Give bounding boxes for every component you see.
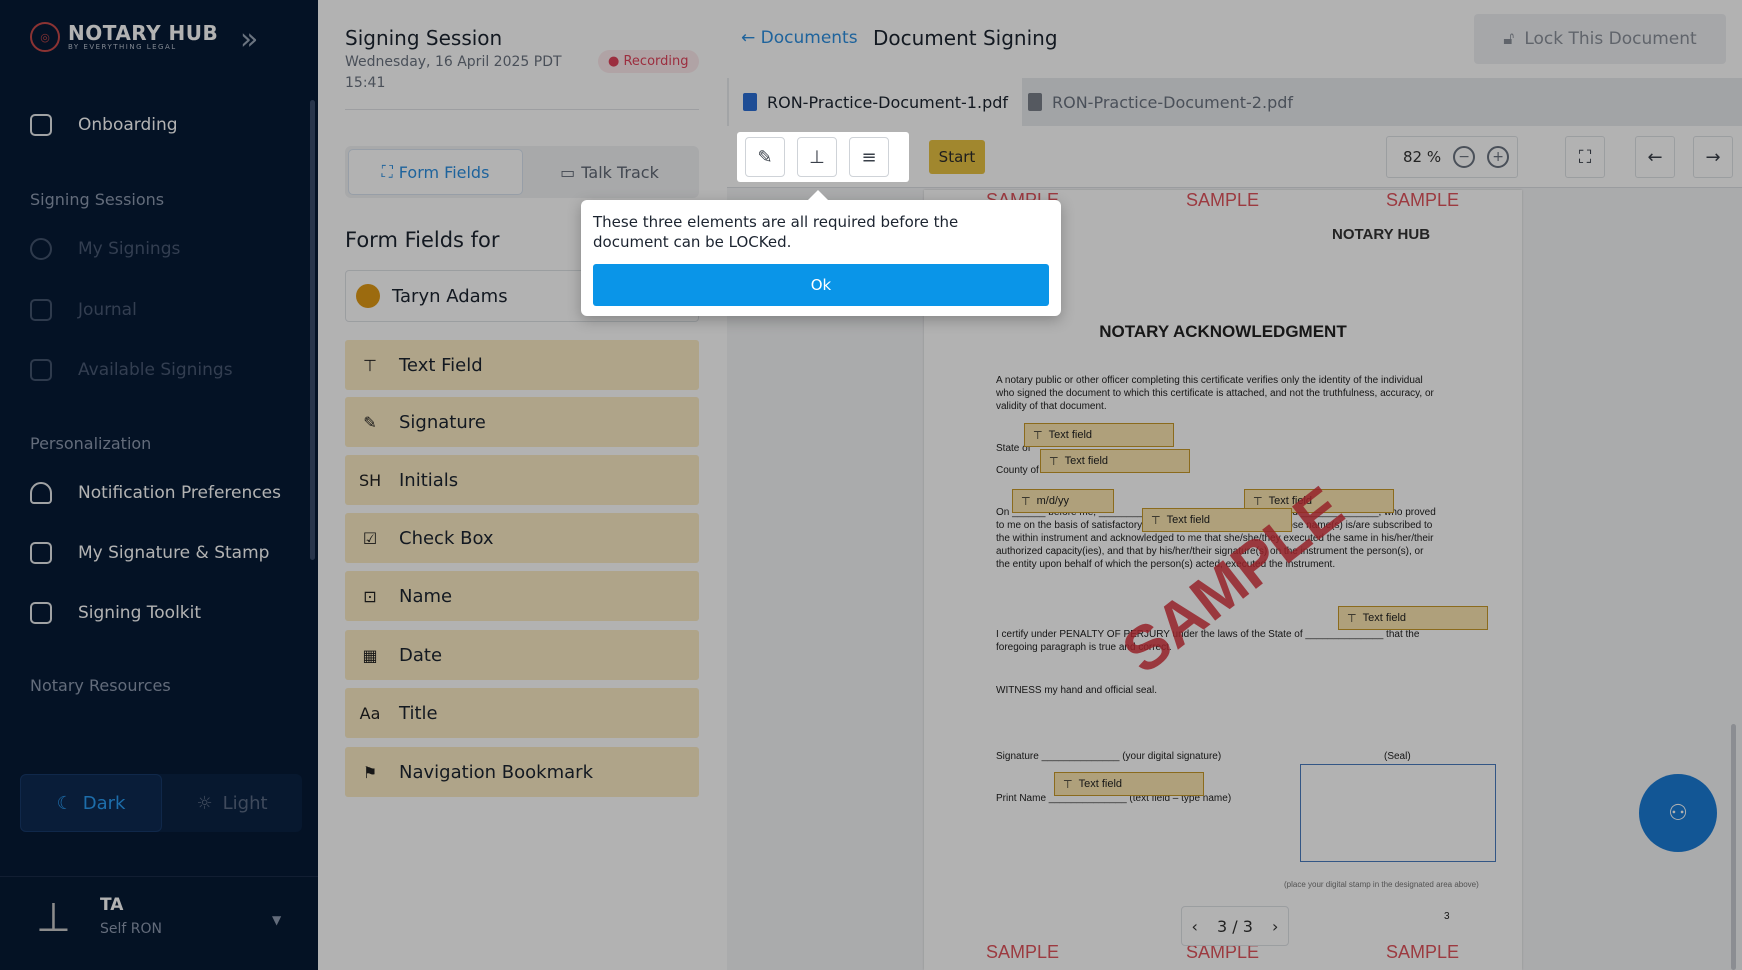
pen-icon: ✎ <box>757 146 773 168</box>
stamp-tool-button[interactable]: ⊥ <box>797 137 837 177</box>
tooltip-popup: These three elements are all required be… <box>581 190 1061 316</box>
text-tool-button[interactable]: ≡ <box>849 137 889 177</box>
stamp-icon: ⊥ <box>809 146 825 168</box>
popup-message: These three elements are all required be… <box>593 213 959 251</box>
align-left-icon: ≡ <box>861 146 877 168</box>
highlighted-required-tools: ✎ ⊥ ≡ <box>737 132 909 182</box>
ok-button[interactable]: Ok <box>593 264 1049 306</box>
app: ◎ NOTARY HUB BY EVERYTHING LEGAL » Onboa… <box>0 0 1742 970</box>
signature-tool-button[interactable]: ✎ <box>745 137 785 177</box>
